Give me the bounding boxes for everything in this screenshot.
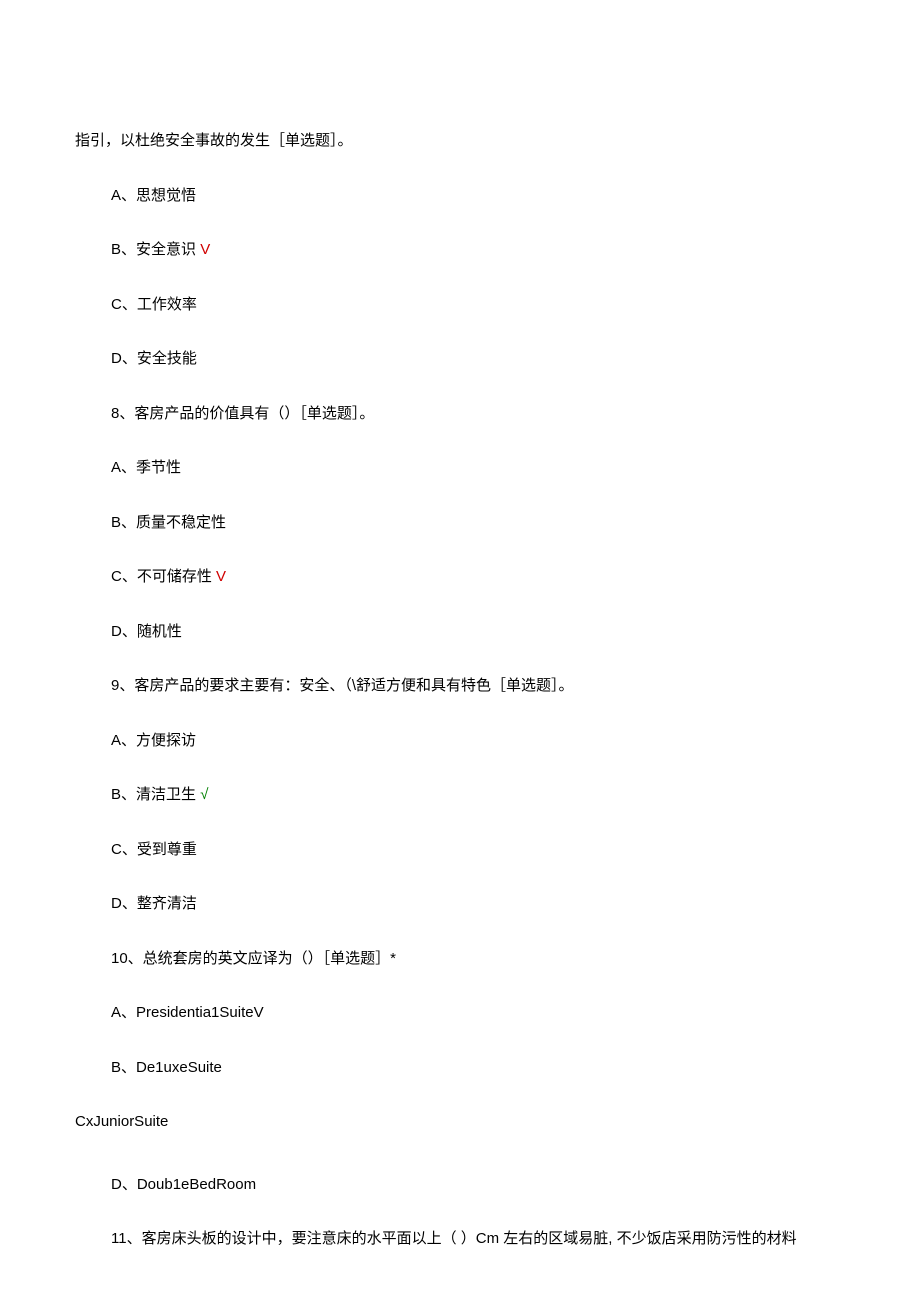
q7-continued-stem: 指引，以杜绝安全事故的发生［单选题］。: [75, 130, 845, 153]
q10-option-D: D、Doub1eBedRoom: [75, 1174, 845, 1197]
text: 10、总统套房的英文应译为（）［单选题］*: [111, 950, 396, 967]
q8-option-B: B、质量不稳定性: [75, 512, 845, 535]
option-text: A、Presidentia1SuiteV: [111, 1004, 264, 1021]
q9-option-A: A、方便探访: [75, 730, 845, 753]
option-text: D、Doub1eBedRoom: [111, 1176, 256, 1193]
option-text: CxJuniorSuite: [75, 1113, 168, 1130]
q9-option-B: B、清洁卫生 √: [75, 784, 845, 807]
option-text: D、整齐清洁: [111, 895, 197, 912]
option-text: C、受到尊重: [111, 841, 197, 858]
q8-stem: 8、客房产品的价值具有（）［单选题］。: [75, 403, 845, 426]
option-text: D、安全技能: [111, 350, 197, 367]
q10-stem: 10、总统套房的英文应译为（）［单选题］*: [75, 948, 845, 971]
option-text: C、不可储存性: [111, 568, 216, 585]
check-mark: √: [200, 786, 208, 803]
option-text: B、De1uxeSuite: [111, 1059, 222, 1076]
q9-stem: 9、客房产品的要求主要有：安全、（\舒适方便和具有特色［单选题］。: [75, 675, 845, 698]
q9-option-D: D、整齐清洁: [75, 893, 845, 916]
text: 11、客房床头板的设计中，要注意床的水平面以上（ ）Cm 左右的区域易脏, 不少…: [111, 1230, 797, 1247]
option-text: D、随机性: [111, 623, 182, 640]
q9-option-C: C、受到尊重: [75, 839, 845, 862]
q8-option-A: A、季节性: [75, 457, 845, 480]
q8-option-C: C、不可储存性 V: [75, 566, 845, 589]
q10-option-B: B、De1uxeSuite: [75, 1057, 845, 1080]
text: 指引，以杜绝安全事故的发生［单选题］。: [75, 132, 353, 149]
option-text: B、安全意识: [111, 241, 200, 258]
option-text: B、清洁卫生: [111, 786, 200, 803]
text: 9、客房产品的要求主要有：安全、（\舒适方便和具有特色［单选题］。: [111, 677, 574, 694]
check-mark: V: [216, 568, 226, 585]
option-text: A、思想觉悟: [111, 187, 196, 204]
option-text: A、季节性: [111, 459, 181, 476]
q10-option-C: CxJuniorSuite: [75, 1111, 845, 1134]
q11-stem: 11、客房床头板的设计中，要注意床的水平面以上（ ）Cm 左右的区域易脏, 不少…: [75, 1228, 845, 1251]
q8-option-D: D、随机性: [75, 621, 845, 644]
option-text: B、质量不稳定性: [111, 514, 226, 531]
q7-option-B: B、安全意识 V: [75, 239, 845, 262]
option-text: C、工作效率: [111, 296, 197, 313]
q10-option-A: A、Presidentia1SuiteV: [75, 1002, 845, 1025]
q7-option-D: D、安全技能: [75, 348, 845, 371]
text: 8、客房产品的价值具有（）［单选题］。: [111, 405, 374, 422]
q7-option-C: C、工作效率: [75, 294, 845, 317]
check-mark: V: [200, 241, 210, 258]
q7-option-A: A、思想觉悟: [75, 185, 845, 208]
option-text: A、方便探访: [111, 732, 196, 749]
